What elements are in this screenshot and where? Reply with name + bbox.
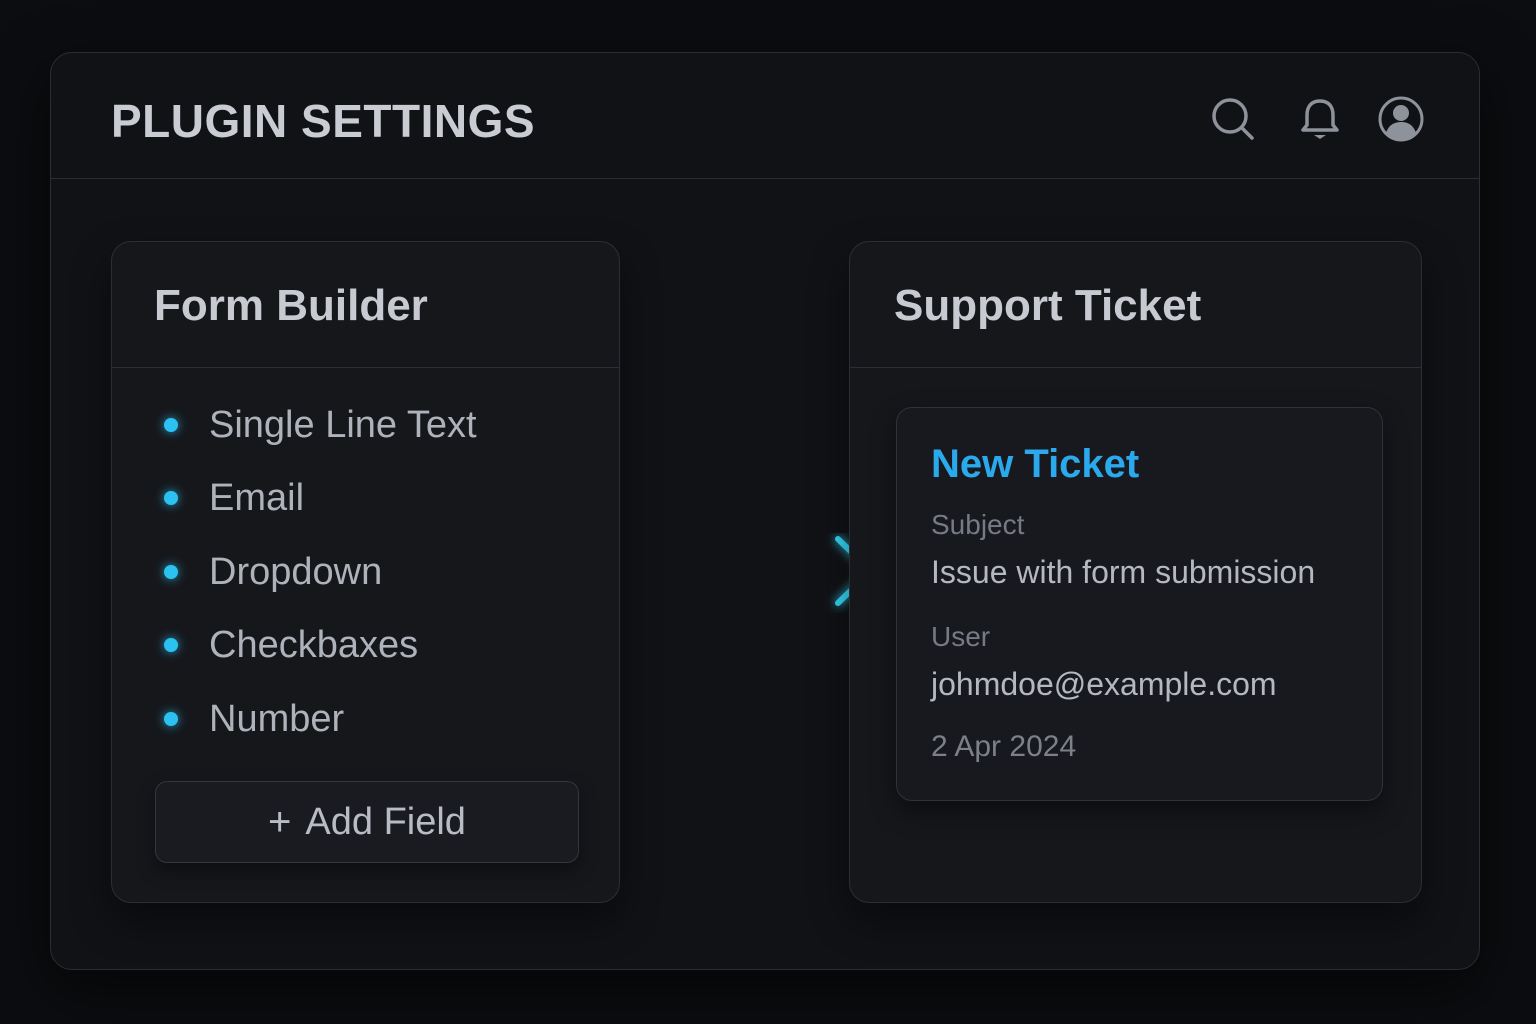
- subject-value: Issue with form submission: [931, 554, 1316, 590]
- form-builder-header: Form Builder: [112, 242, 619, 368]
- bullet-dot-icon: [164, 417, 178, 432]
- ticket-title: New Ticket: [931, 442, 1140, 486]
- field-list: Single Line Text Email Dropdown Checkbax…: [156, 388, 477, 756]
- form-builder-panel: Form Builder Single Line Text Email Drop…: [111, 241, 620, 903]
- user-avatar-icon[interactable]: [1377, 95, 1425, 143]
- field-item-checkboxes[interactable]: Checkbaxes: [156, 609, 477, 683]
- support-ticket-panel: Support Ticket New Ticket Subject Issue …: [849, 241, 1422, 903]
- field-label: Dropdown: [209, 550, 383, 593]
- user-email: johmdoe@example.com: [931, 666, 1277, 702]
- form-builder-title: Form Builder: [154, 281, 428, 330]
- support-ticket-title: Support Ticket: [894, 281, 1202, 330]
- bullet-dot-icon: [164, 711, 178, 726]
- field-label: Checkbaxes: [209, 624, 419, 667]
- search-icon[interactable]: [1209, 95, 1257, 143]
- field-item-single-line-text[interactable]: Single Line Text: [156, 388, 477, 462]
- bullet-dot-icon: [164, 564, 178, 579]
- ticket-card[interactable]: New Ticket Subject Issue with form submi…: [896, 407, 1383, 801]
- field-item-number[interactable]: Number: [156, 682, 477, 756]
- field-label: Email: [209, 477, 305, 520]
- field-label: Single Line Text: [209, 403, 477, 446]
- add-field-label: Add Field: [305, 801, 466, 843]
- field-label: Number: [209, 697, 345, 740]
- field-item-dropdown[interactable]: Dropdown: [156, 535, 477, 609]
- field-item-email[interactable]: Email: [156, 462, 477, 536]
- bullet-dot-icon: [164, 491, 178, 506]
- plugin-settings-window: PLUGIN SETTINGS Form Builder Single Line…: [50, 52, 1480, 970]
- bullet-dot-icon: [164, 638, 178, 653]
- user-label: User: [931, 621, 991, 652]
- header-bar: PLUGIN SETTINGS: [51, 53, 1479, 179]
- subject-label: Subject: [931, 509, 1025, 540]
- add-field-button[interactable]: + Add Field: [155, 781, 579, 863]
- page-title: PLUGIN SETTINGS: [111, 95, 536, 147]
- bell-icon[interactable]: [1296, 95, 1344, 143]
- plus-icon: +: [268, 800, 292, 844]
- ticket-date: 2 Apr 2024: [931, 730, 1077, 763]
- support-ticket-header: Support Ticket: [850, 242, 1421, 368]
